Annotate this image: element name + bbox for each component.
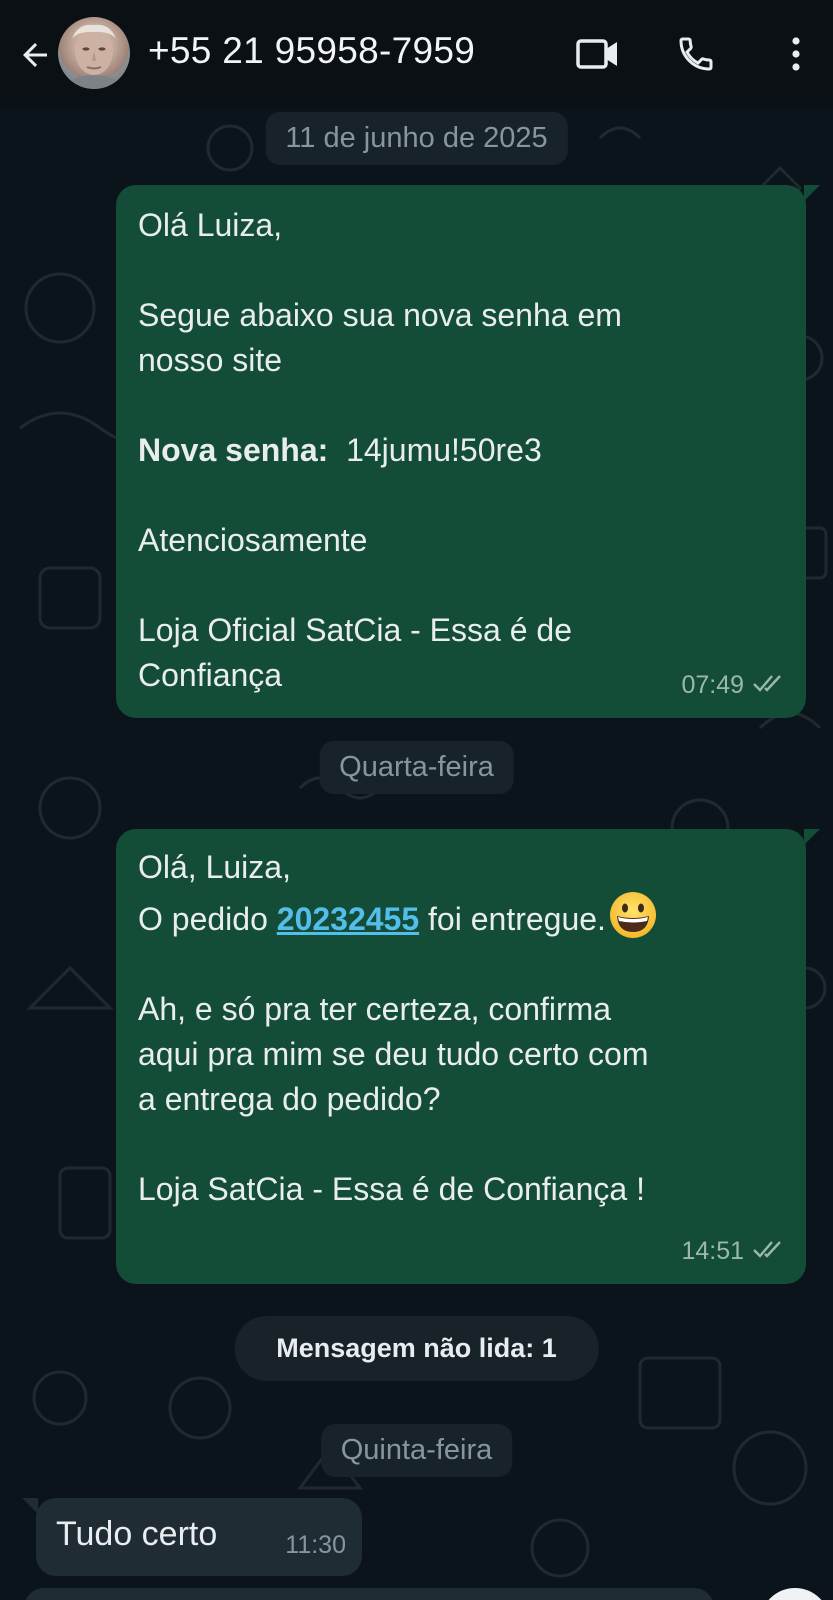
password-line: Nova senha: 14jumu!50re3 [138, 428, 784, 473]
message-text: nosso site [138, 342, 283, 378]
password-label: Nova senha: [138, 432, 329, 468]
order-line: O pedido 20232455 foi entregue. [138, 890, 784, 942]
message-time: 07:49 [681, 671, 744, 699]
grinning-face-icon [608, 890, 658, 940]
avatar[interactable] [58, 17, 130, 89]
message-text: Loja SatCia - Essa é de Confiança ! [138, 1171, 645, 1207]
password-value: 14jumu!50re3 [346, 432, 542, 468]
date-chip: Quarta-feira [319, 741, 514, 794]
unread-messages-chip: Mensagem não lida: 1 [234, 1316, 599, 1381]
bubble-tail [804, 829, 820, 845]
message-meta: 14:51 [681, 1229, 786, 1274]
back-arrow-icon[interactable] [12, 32, 58, 78]
message-meta: 07:49 [681, 663, 786, 708]
message-text: O pedido [138, 901, 277, 937]
message-text: aqui pra mim se deu tudo certo com [138, 1036, 649, 1072]
bubble-tail [22, 1498, 38, 1514]
more-options-icon[interactable] [770, 28, 822, 80]
outgoing-message[interactable]: Olá, Luiza, O pedido 20232455 foi entreg… [116, 829, 820, 1284]
chat-screen: +55 21 95958-7959 11 de junho de 2025 Ol… [0, 0, 833, 1600]
message-text: Loja Oficial SatCia - Essa é de [138, 612, 572, 648]
read-ticks-icon [752, 663, 786, 708]
video-call-icon[interactable] [572, 28, 624, 80]
outgoing-message[interactable]: Olá Luiza, Segue abaixo sua nova senha e… [116, 185, 820, 718]
message-text: a entrega do pedido? [138, 1081, 441, 1117]
message-text: Segue abaixo sua nova senha em [138, 297, 622, 333]
message-input-bar[interactable] [24, 1588, 714, 1600]
message-time: 11:30 [285, 1531, 346, 1559]
message-text: Olá Luiza, [138, 207, 283, 243]
date-chip: Quinta-feira [320, 1424, 513, 1477]
order-number-link[interactable]: 20232455 [277, 901, 419, 937]
contact-name[interactable]: +55 21 95958-7959 [148, 30, 475, 72]
incoming-message[interactable]: Tudo certo 11:30 [22, 1498, 362, 1576]
message-text: Atenciosamente [138, 522, 368, 558]
message-text: Ah, e só pra ter certeza, confirma [138, 991, 612, 1027]
message-time: 14:51 [681, 1237, 744, 1265]
message-text: Olá, Luiza, [138, 849, 291, 885]
phone-call-icon[interactable] [670, 28, 722, 80]
message-text: foi entregue. [419, 901, 606, 937]
chat-header: +55 21 95958-7959 [0, 0, 833, 108]
date-chip: 11 de junho de 2025 [265, 112, 568, 165]
read-ticks-icon [752, 1229, 786, 1274]
bubble-tail [804, 185, 820, 201]
